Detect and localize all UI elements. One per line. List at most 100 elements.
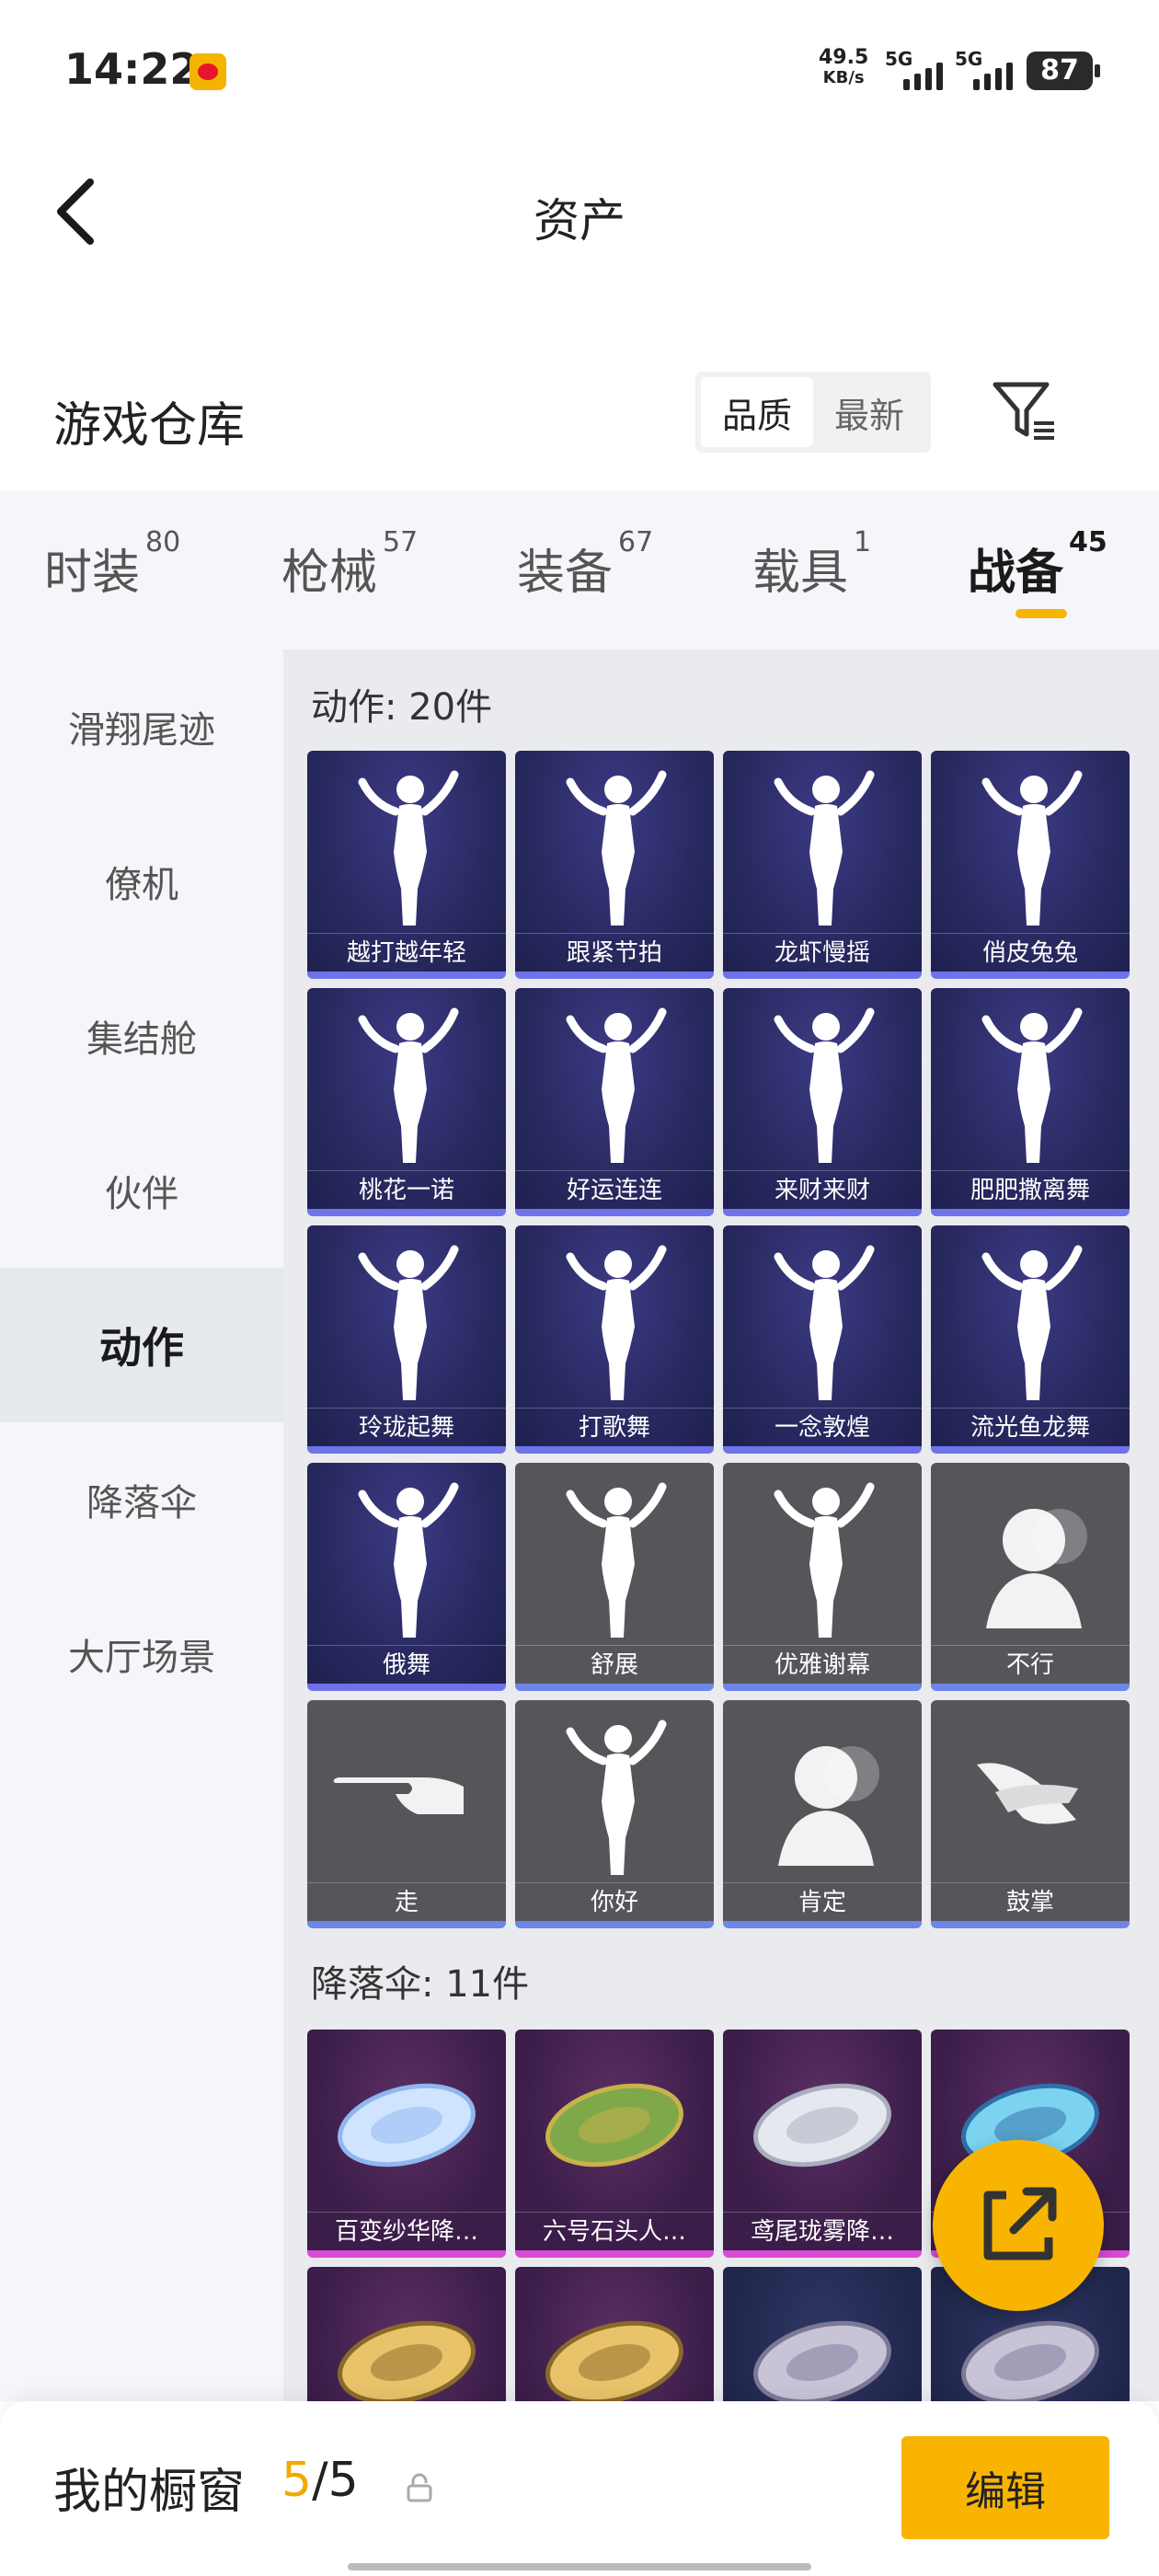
parachute-round-icon: [753, 2320, 891, 2401]
pointing-hand-icon: [333, 1777, 464, 1814]
card-caption: 优雅谢幕: [723, 1645, 922, 1684]
tab-label: 装备: [517, 546, 614, 601]
card-caption: 桃花一诺: [307, 1170, 506, 1209]
emote-card[interactable]: 玲珑起舞: [307, 1225, 506, 1454]
card-caption: 玲珑起舞: [307, 1408, 506, 1446]
emote-card[interactable]: 走: [307, 1700, 506, 1928]
dance-icon: [358, 1482, 459, 1638]
card-caption: 肯定: [723, 1882, 922, 1921]
showcase-total: 5: [327, 2453, 359, 2508]
emote-card[interactable]: 桃花一诺: [307, 988, 506, 1216]
parachute-card[interactable]: [515, 2267, 714, 2401]
tab-vehicles[interactable]: 载具1: [752, 526, 871, 603]
tab-count: 80: [145, 526, 181, 558]
emote-card[interactable]: 来财来财: [723, 988, 922, 1216]
card-caption: 六号石头人…: [515, 2212, 714, 2250]
parachute-card[interactable]: 鸢尾珑雾降…: [723, 2030, 922, 2258]
section-title: 游戏仓库: [53, 398, 246, 454]
tab-guns[interactable]: 枪械57: [281, 526, 418, 603]
emote-card[interactable]: 俄舞: [307, 1463, 506, 1691]
emote-card[interactable]: 龙虾慢摇: [723, 751, 922, 979]
butterfly-icon: [358, 1007, 459, 1163]
tab-equipment[interactable]: 装备67: [517, 526, 653, 603]
card-caption: 不行: [931, 1645, 1130, 1684]
card-caption: 来财来财: [723, 1170, 922, 1209]
emote-card[interactable]: 肯定: [723, 1700, 922, 1928]
emote-card[interactable]: 不行: [931, 1463, 1130, 1691]
filter-icon: [993, 382, 1054, 440]
sub-category-sidebar: 滑翔尾迹 僚机 集结舱 伙伴 动作 降落伞 大厅场景: [0, 650, 283, 2401]
emote-card[interactable]: 你好: [515, 1700, 714, 1928]
tab-label: 战备: [968, 546, 1064, 601]
firework-icon: [981, 1007, 1083, 1163]
emote-card[interactable]: 好运连连: [515, 988, 714, 1216]
emote-card[interactable]: 流光鱼龙舞: [931, 1225, 1130, 1454]
emote-card[interactable]: 越打越年轻: [307, 751, 506, 979]
sort-quality-button[interactable]: 品质: [701, 377, 813, 447]
parachute-ice-icon: [338, 2083, 476, 2168]
tab-battle-prep[interactable]: 战备45: [968, 526, 1107, 603]
bow-icon: [774, 1482, 875, 1638]
group-label-parachutes: 降落伞: 11件: [311, 1963, 530, 2006]
firework-icon: [981, 1245, 1083, 1400]
emote-card[interactable]: 跟紧节拍: [515, 751, 714, 979]
emote-card[interactable]: 肥肥撒离舞: [931, 988, 1130, 1216]
parachute-silver-icon: [753, 2083, 891, 2168]
head-shake-icon: [986, 1509, 1087, 1628]
sidebar-item-lobby-scene[interactable]: 大厅场景: [0, 1577, 283, 1731]
card-caption: 龙虾慢摇: [723, 933, 922, 972]
stretch-icon: [566, 1482, 667, 1638]
tab-count: 67: [618, 526, 654, 558]
category-tabs: 时装80 枪械57 装备67 载具1 战备45: [0, 491, 1159, 650]
sidebar-item-glide-trail[interactable]: 滑翔尾迹: [0, 650, 283, 804]
card-caption: 打歌舞: [515, 1408, 714, 1446]
group-label-emotes: 动作: 20件: [311, 686, 493, 729]
card-caption: 鸢尾珑雾降…: [723, 2212, 922, 2250]
card-caption: 流光鱼龙舞: [931, 1408, 1130, 1446]
card-caption: 舒展: [515, 1645, 714, 1684]
status-time: 14:22: [64, 44, 200, 94]
emote-card[interactable]: 舒展: [515, 1463, 714, 1691]
share-external-icon: [983, 2187, 1057, 2260]
sidebar-item-companion[interactable]: 伙伴: [0, 1113, 283, 1268]
showcase-label: 我的橱窗: [53, 2465, 246, 2520]
tab-fashion[interactable]: 时装80: [44, 526, 180, 603]
status-bar: 14:22 49.5 KB/s 5G 5G 87: [0, 0, 1159, 138]
sort-newest-button[interactable]: 最新: [813, 377, 925, 447]
edit-showcase-button[interactable]: 编辑: [901, 2436, 1109, 2539]
sidebar-item-wingman[interactable]: 僚机: [0, 804, 283, 959]
battery-icon: 87: [1027, 52, 1100, 90]
card-caption: 一念敦煌: [723, 1408, 922, 1446]
sidebar-item-emotes[interactable]: 动作: [0, 1268, 283, 1422]
card-caption: 越打越年轻: [307, 933, 506, 972]
network-speed-value: 49.5: [819, 46, 869, 69]
sidebar-item-assembly-pod[interactable]: 集结舱: [0, 959, 283, 1113]
emote-card[interactable]: 优雅谢幕: [723, 1463, 922, 1691]
sidebar-item-parachute[interactable]: 降落伞: [0, 1422, 283, 1577]
emote-card[interactable]: 鼓掌: [931, 1700, 1130, 1928]
signal-icon: [903, 57, 943, 90]
dance-icon: [981, 770, 1083, 926]
clapping-hands-icon: [977, 1763, 1078, 1824]
lucky-icon: [566, 1007, 667, 1163]
card-caption: 百变纱华降…: [307, 2212, 506, 2250]
share-floating-button[interactable]: [933, 2140, 1104, 2311]
emote-card[interactable]: 一念敦煌: [723, 1225, 922, 1454]
signal-icon: [973, 57, 1013, 90]
card-caption: 你好: [515, 1882, 714, 1921]
network-speed-unit: KB/s: [822, 68, 865, 87]
page-title: 资产: [534, 194, 625, 247]
parachute-card[interactable]: [723, 2267, 922, 2401]
parachute-card[interactable]: 百变纱华降…: [307, 2030, 506, 2258]
card-caption: 鼓掌: [931, 1882, 1130, 1921]
emote-card[interactable]: 打歌舞: [515, 1225, 714, 1454]
emote-card[interactable]: 俏皮兔兔: [931, 751, 1130, 979]
emote-grid: 越打越年轻 跟紧节拍 龙虾慢摇 俏皮兔兔桃花一诺 好运连连 来财来财 肥肥撒离舞玲珑起舞 打歌…: [307, 751, 1130, 1928]
parachute-camo-icon: [545, 2083, 683, 2168]
parachute-card[interactable]: 六号石头人…: [515, 2030, 714, 2258]
card-caption: 肥肥撒离舞: [931, 1170, 1130, 1209]
parachute-card[interactable]: [307, 2267, 506, 2401]
filter-button[interactable]: [990, 377, 1060, 447]
active-tab-indicator: [1016, 609, 1067, 618]
tab-count: 57: [383, 526, 419, 558]
